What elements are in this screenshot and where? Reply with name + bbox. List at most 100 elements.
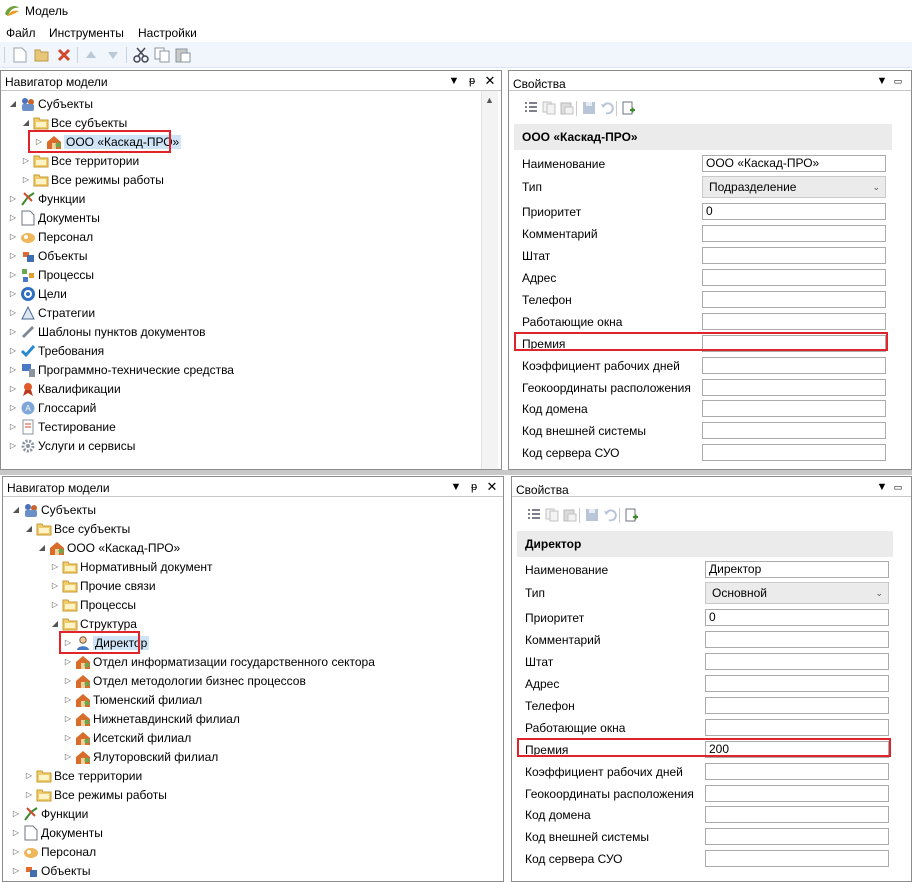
- collapsed-arrow-icon[interactable]: ▷: [11, 847, 21, 857]
- expanded-arrow-icon[interactable]: ◢: [21, 118, 31, 128]
- tree-item[interactable]: ▷ Исетский филиал: [63, 728, 191, 747]
- tree-item[interactable]: ▷ Все режимы работы: [24, 785, 167, 804]
- menu-tools[interactable]: Инструменты: [49, 26, 124, 40]
- collapsed-arrow-icon[interactable]: ▷: [21, 175, 31, 185]
- property-input[interactable]: [702, 247, 886, 264]
- tree-item[interactable]: ▷ Требования: [8, 341, 104, 360]
- collapsed-arrow-icon[interactable]: ▷: [8, 194, 18, 204]
- property-input[interactable]: [702, 444, 886, 461]
- tree-item[interactable]: ▷ A Глоссарий: [8, 398, 96, 417]
- type-select[interactable]: Основной ⌄: [705, 582, 889, 604]
- type-select[interactable]: Подразделение ⌄: [702, 176, 886, 198]
- collapsed-arrow-icon[interactable]: ▷: [63, 676, 73, 686]
- collapsed-arrow-icon[interactable]: ▷: [50, 600, 60, 610]
- pin-icon[interactable]: ᵽ: [467, 479, 481, 495]
- tree-item[interactable]: ▷ Процессы: [50, 595, 136, 614]
- save-icon[interactable]: [583, 507, 601, 523]
- menu-file[interactable]: Файл: [6, 26, 36, 40]
- tree-item[interactable]: ◢ Субъекты: [8, 94, 93, 113]
- property-input[interactable]: [705, 719, 889, 736]
- property-input[interactable]: [705, 653, 889, 670]
- pane-divider[interactable]: [0, 470, 912, 475]
- copy-icon[interactable]: [153, 46, 171, 64]
- collapsed-arrow-icon[interactable]: ▷: [8, 270, 18, 280]
- new-icon[interactable]: [11, 46, 29, 64]
- expanded-arrow-icon[interactable]: ◢: [37, 543, 47, 553]
- property-input[interactable]: 0: [702, 203, 886, 220]
- expanded-arrow-icon[interactable]: ◢: [11, 505, 21, 515]
- tree-item[interactable]: ▷ Функции: [8, 189, 85, 208]
- tree-item[interactable]: ▷ Персонал: [8, 227, 93, 246]
- paste-icon[interactable]: [561, 507, 579, 523]
- navigator-scrollbar[interactable]: ▲: [481, 91, 498, 469]
- collapsed-arrow-icon[interactable]: ▷: [50, 562, 60, 572]
- maximize-icon[interactable]: ▭: [891, 73, 905, 89]
- collapsed-arrow-icon[interactable]: ▷: [24, 790, 34, 800]
- paste-icon[interactable]: [558, 100, 576, 116]
- move-up-icon[interactable]: [82, 46, 100, 64]
- expanded-arrow-icon[interactable]: ◢: [8, 99, 18, 109]
- menu-settings[interactable]: Настройки: [138, 26, 197, 40]
- property-input[interactable]: Директор: [705, 561, 889, 578]
- tree-item[interactable]: ▷ Услуги и сервисы: [8, 436, 135, 455]
- close-icon[interactable]: ✕: [485, 479, 499, 495]
- tree-item[interactable]: ◢ ООО «Каскад-ПРО»: [37, 538, 180, 557]
- export-icon[interactable]: [620, 100, 638, 116]
- tree-item[interactable]: ▷ Тюменский филиал: [63, 690, 202, 709]
- expanded-arrow-icon[interactable]: ◢: [50, 619, 60, 629]
- collapsed-arrow-icon[interactable]: ▷: [8, 422, 18, 432]
- export-icon[interactable]: [623, 507, 641, 523]
- collapsed-arrow-icon[interactable]: ▷: [63, 695, 73, 705]
- dropdown-icon[interactable]: ▼: [449, 479, 463, 495]
- paste-icon[interactable]: [174, 46, 192, 64]
- property-input[interactable]: [702, 291, 886, 308]
- property-input[interactable]: [702, 269, 886, 286]
- property-input[interactable]: [702, 225, 886, 242]
- collapsed-arrow-icon[interactable]: ▷: [8, 384, 18, 394]
- expanded-arrow-icon[interactable]: ◢: [24, 524, 34, 534]
- tree-item[interactable]: ▷ Тестирование: [8, 417, 116, 436]
- copy-icon[interactable]: [543, 507, 561, 523]
- collapsed-arrow-icon[interactable]: ▷: [8, 232, 18, 242]
- tree-item[interactable]: ▷ Цели: [8, 284, 67, 303]
- tree-item[interactable]: ▷ Объекты: [8, 246, 88, 265]
- delete-icon[interactable]: [55, 46, 73, 64]
- collapsed-arrow-icon[interactable]: ▷: [50, 581, 60, 591]
- collapsed-arrow-icon[interactable]: ▷: [63, 733, 73, 743]
- chevron-down-icon[interactable]: ⌄: [872, 177, 880, 197]
- collapsed-arrow-icon[interactable]: ▷: [8, 308, 18, 318]
- undo-icon[interactable]: [601, 507, 619, 523]
- collapsed-arrow-icon[interactable]: ▷: [24, 771, 34, 781]
- tree-item[interactable]: ▷ Все территории: [21, 151, 139, 170]
- tree-item[interactable]: ▷ Отдел методологии бизнес процессов: [63, 671, 306, 690]
- tree-item[interactable]: ▷ Нормативный документ: [50, 557, 213, 576]
- dropdown-icon[interactable]: ▼: [875, 73, 889, 89]
- property-input[interactable]: [702, 422, 886, 439]
- collapsed-arrow-icon[interactable]: ▷: [8, 403, 18, 413]
- close-icon[interactable]: ✕: [483, 73, 497, 89]
- collapsed-arrow-icon[interactable]: ▷: [63, 714, 73, 724]
- collapsed-arrow-icon[interactable]: ▷: [8, 346, 18, 356]
- pin-icon[interactable]: ᵽ: [465, 73, 479, 89]
- cut-icon[interactable]: [132, 46, 150, 64]
- collapsed-arrow-icon[interactable]: ▷: [8, 213, 18, 223]
- scroll-up-icon[interactable]: ▲: [485, 95, 494, 105]
- property-input[interactable]: [705, 631, 889, 648]
- property-input[interactable]: [702, 400, 886, 417]
- tree-item[interactable]: ▷ Документы: [11, 823, 103, 842]
- property-input[interactable]: [702, 313, 886, 330]
- dropdown-icon[interactable]: ▼: [875, 479, 889, 495]
- open-icon[interactable]: [33, 46, 51, 64]
- tree-item[interactable]: ◢ Субъекты: [11, 500, 96, 519]
- tree-item[interactable]: ▷ Прочие связи: [50, 576, 156, 595]
- properties-list-icon[interactable]: [525, 507, 543, 523]
- property-input[interactable]: [705, 806, 889, 823]
- tree-item[interactable]: ▷ Нижнетавдинский филиал: [63, 709, 240, 728]
- save-icon[interactable]: [580, 100, 598, 116]
- tree-item[interactable]: ▷ Все территории: [24, 766, 142, 785]
- property-input[interactable]: [705, 697, 889, 714]
- tree-item[interactable]: ▷ Документы: [8, 208, 100, 227]
- tree-item[interactable]: ▷ Процессы: [8, 265, 94, 284]
- property-input[interactable]: [705, 785, 889, 802]
- tree-item[interactable]: ▷ Стратегии: [8, 303, 95, 322]
